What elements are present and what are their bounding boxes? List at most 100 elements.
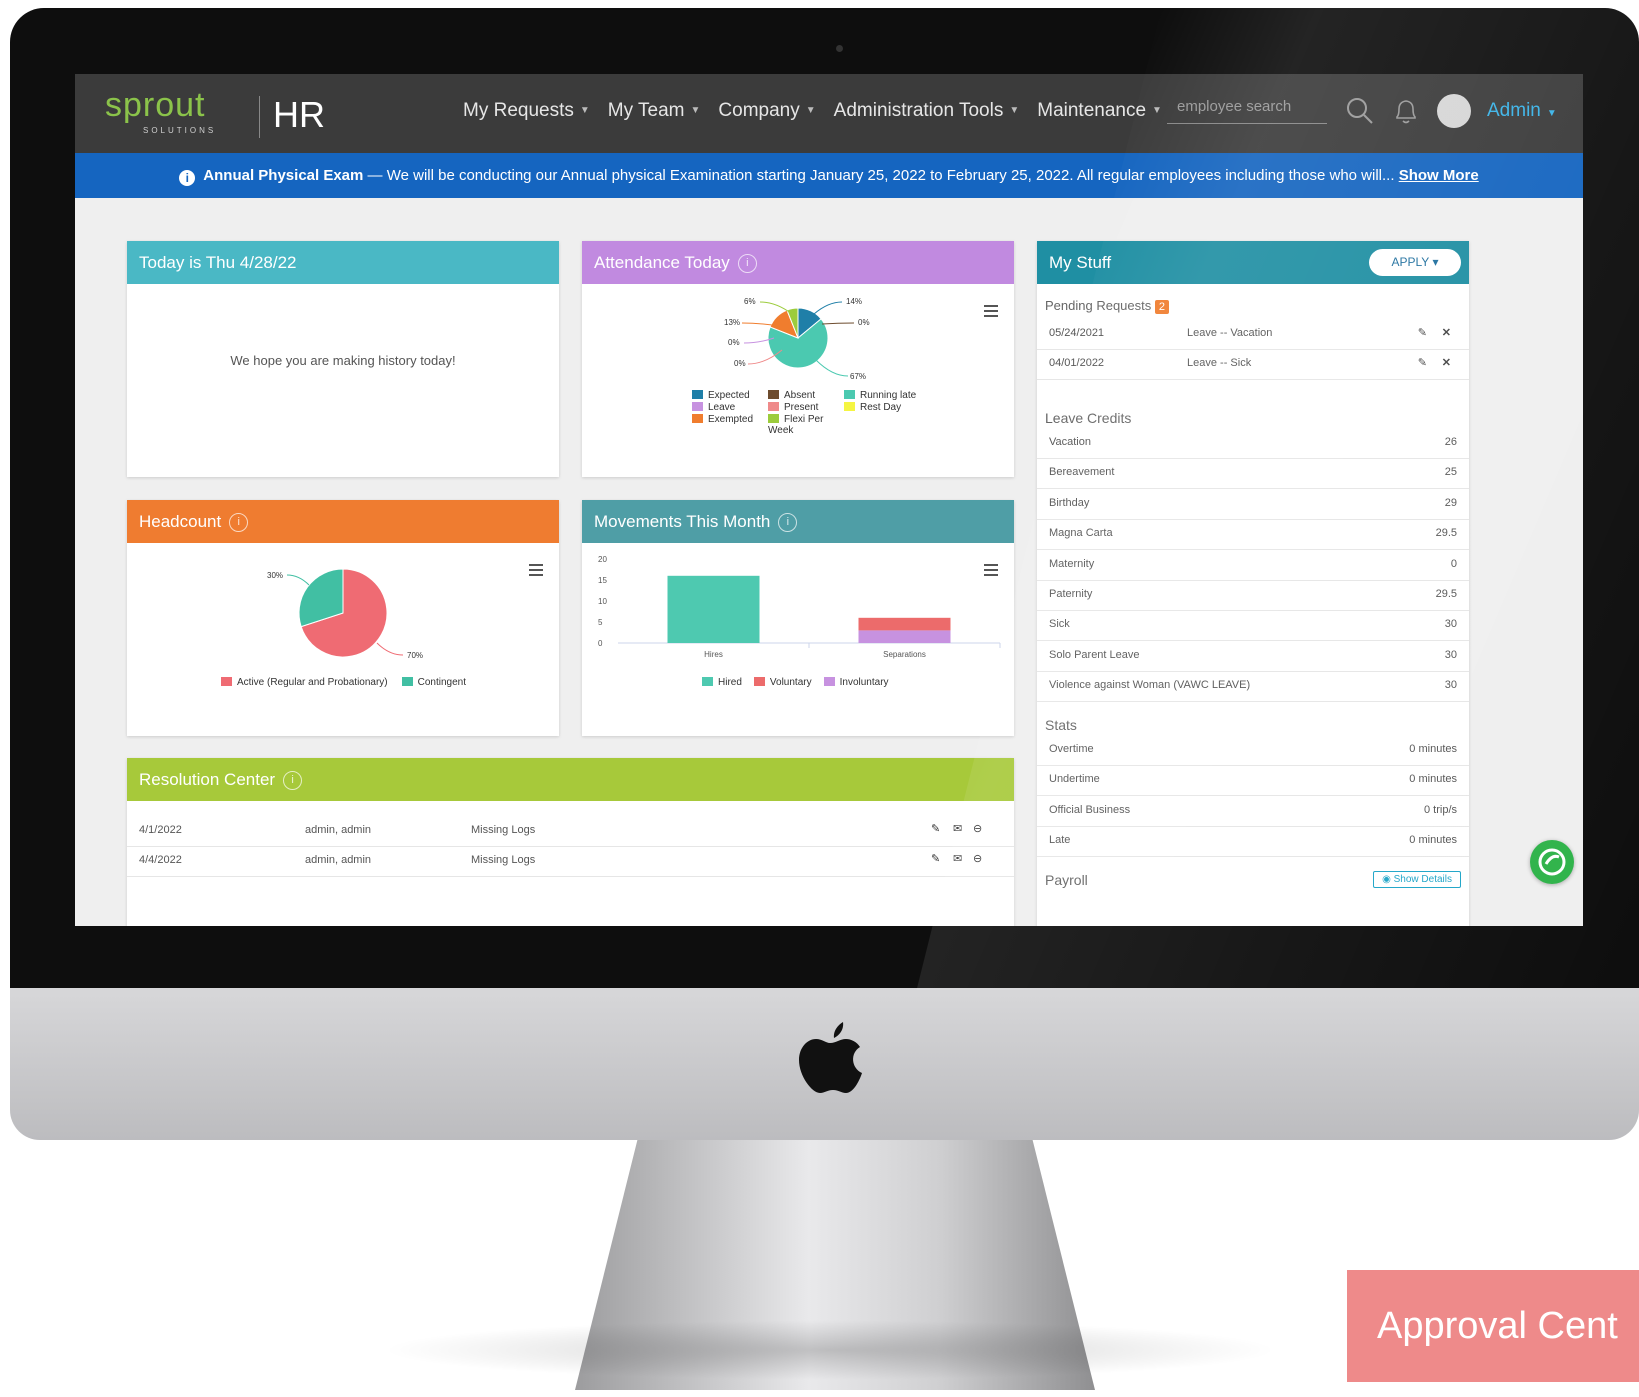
legend-swatch xyxy=(692,402,703,411)
leave-credit-row: Paternity 29.5 xyxy=(1037,580,1469,611)
pending-request-row[interactable]: 05/24/2021 Leave -- Vacation ✎ ✕ xyxy=(1037,319,1469,350)
apply-button[interactable]: APPLY ▾ xyxy=(1369,249,1461,276)
menu-company[interactable]: Company ▼ xyxy=(718,100,815,122)
top-navbar: sprout SOLUTIONS HR My Requests ▼ My Team… xyxy=(75,74,1583,153)
legend-item[interactable]: Exempted xyxy=(692,414,768,436)
logo-word: sprout xyxy=(105,86,206,124)
today-message: We hope you are making history today! xyxy=(230,353,456,368)
user-menu[interactable]: Admin ▼ xyxy=(1487,100,1557,122)
today-card-header: Today is Thu 4/28/22 xyxy=(127,241,559,284)
legend-item[interactable]: Contingent xyxy=(401,677,466,688)
caret-down-icon: ▼ xyxy=(805,105,816,117)
leave-type: Solo Parent Leave xyxy=(1049,648,1140,661)
show-details-button[interactable]: ◉ Show Details xyxy=(1373,871,1461,888)
resolution-row[interactable]: 4/1/2022 admin, admin Missing Logs ✎ ✉ ⊖ xyxy=(127,816,1014,847)
approval-center-tab[interactable]: Approval Cent xyxy=(1347,1270,1639,1382)
legend-swatch xyxy=(702,677,713,686)
stat-name: Official Business xyxy=(1049,803,1131,816)
stat-row: Undertime 0 minutes xyxy=(1037,765,1469,797)
legend-item[interactable]: Leave xyxy=(692,402,768,413)
legend-swatch xyxy=(844,390,855,399)
search-icon[interactable] xyxy=(1345,96,1375,126)
leave-credit-row: Sick 30 xyxy=(1037,610,1469,642)
legend-item[interactable]: Present xyxy=(768,402,844,413)
leave-credit-row: Maternity 0 xyxy=(1037,550,1469,581)
sprout-hr-logo[interactable]: sprout SOLUTIONS HR xyxy=(105,86,325,140)
info-icon[interactable]: i xyxy=(229,513,249,533)
resolution-row[interactable]: 4/4/2022 admin, admin Missing Logs ✎ ✉ ⊖ xyxy=(127,846,1014,877)
edit-icon[interactable]: ✎ xyxy=(1418,356,1427,369)
legend-item[interactable]: Rest Day xyxy=(844,402,932,413)
attendance-data-label: 6% xyxy=(744,297,756,306)
legend-item[interactable]: Voluntary xyxy=(753,677,812,688)
leave-type: Vacation xyxy=(1049,436,1091,448)
attendance-pie-chart: 6% 14% 13% 0% 0% 0% 67% xyxy=(724,297,870,381)
headcount-title: Headcount xyxy=(139,512,222,531)
y-tick-label: 15 xyxy=(598,576,607,585)
bell-icon[interactable] xyxy=(1393,96,1419,126)
headcount-leader-line xyxy=(286,574,310,586)
stats-label: Stats xyxy=(1045,717,1077,733)
pending-type: Leave -- Sick xyxy=(1187,357,1252,369)
logo-subtitle: SOLUTIONS xyxy=(143,126,217,135)
legend-item[interactable]: Absent xyxy=(768,390,844,401)
y-tick-label: 0 xyxy=(598,639,603,648)
bar-segment xyxy=(667,575,760,643)
movements-title: Movements This Month xyxy=(594,512,771,531)
movements-card: Movements This Month i 20 15 10 5 0 Hires Separ… xyxy=(582,500,1014,736)
pending-requests-text: Pending Requests xyxy=(1045,298,1152,313)
menu-my-team[interactable]: My Team ▼ xyxy=(608,100,701,122)
pending-request-row[interactable]: 04/01/2022 Leave -- Sick ✎ ✕ xyxy=(1037,349,1469,380)
show-more-link[interactable]: Show More xyxy=(1399,167,1479,184)
avatar[interactable] xyxy=(1437,94,1471,128)
leave-credit-row: Magna Carta 29.5 xyxy=(1037,519,1469,551)
legend-swatch xyxy=(692,414,703,423)
legend-item[interactable]: Active (Regular and Probationary) xyxy=(221,677,388,688)
menu-maintenance[interactable]: Maintenance ▼ xyxy=(1037,100,1162,122)
info-icon[interactable]: i xyxy=(737,254,757,274)
attendance-data-label: 67% xyxy=(850,372,866,381)
legend-item[interactable]: Running late xyxy=(844,390,932,401)
headcount-data-label: 70% xyxy=(407,651,423,660)
delete-icon[interactable]: ✕ xyxy=(1442,356,1451,369)
legend-item[interactable]: Flexi Per Week xyxy=(768,414,844,436)
bar-segment xyxy=(858,617,951,631)
chat-button[interactable] xyxy=(1530,840,1574,884)
resolution-employee: admin, admin xyxy=(305,824,372,836)
my-stuff-header: My Stuff APPLY ▾ xyxy=(1037,241,1469,284)
leave-balance: 29 xyxy=(1444,496,1457,509)
menu-my-requests[interactable]: My Requests ▼ xyxy=(463,100,590,122)
mail-icon[interactable]: ✉ xyxy=(953,852,962,865)
leave-balance: 26 xyxy=(1444,436,1457,448)
legend-item[interactable]: Expected xyxy=(692,390,768,401)
stat-name: Overtime xyxy=(1049,743,1094,755)
mail-icon[interactable]: ✉ xyxy=(953,822,962,835)
leave-type: Birthday xyxy=(1049,496,1090,509)
legend-swatch xyxy=(221,677,232,686)
cancel-icon[interactable]: ⊖ xyxy=(973,852,982,865)
cancel-icon[interactable]: ⊖ xyxy=(973,822,982,835)
leave-type: Sick xyxy=(1049,618,1070,631)
legend-swatch xyxy=(768,390,779,399)
stat-value: 0 minutes xyxy=(1409,773,1457,786)
edit-icon[interactable]: ✎ xyxy=(1418,326,1427,339)
info-icon[interactable]: i xyxy=(283,771,303,791)
bar-segment xyxy=(858,630,951,643)
attendance-title: Attendance Today xyxy=(594,253,730,272)
headcount-data-label: 30% xyxy=(267,571,283,580)
stand-shadow xyxy=(380,1320,1280,1380)
delete-icon[interactable]: ✕ xyxy=(1442,326,1451,339)
employee-search-input[interactable] xyxy=(1167,90,1327,124)
menu-label: Maintenance xyxy=(1037,100,1147,121)
stat-name: Undertime xyxy=(1049,773,1100,786)
edit-icon[interactable]: ✎ xyxy=(931,822,940,835)
legend-item[interactable]: Hired xyxy=(702,677,742,688)
legend-label: Hired xyxy=(718,677,742,688)
legend-item[interactable]: Involuntary xyxy=(823,677,889,688)
leave-balance: 29.5 xyxy=(1435,527,1457,540)
info-icon[interactable]: i xyxy=(778,513,798,533)
edit-icon[interactable]: ✎ xyxy=(931,852,940,865)
menu-administration-tools[interactable]: Administration Tools ▼ xyxy=(834,100,1020,122)
today-title: Today is Thu 4/28/22 xyxy=(139,253,297,272)
legend-label: Running late xyxy=(860,390,917,401)
